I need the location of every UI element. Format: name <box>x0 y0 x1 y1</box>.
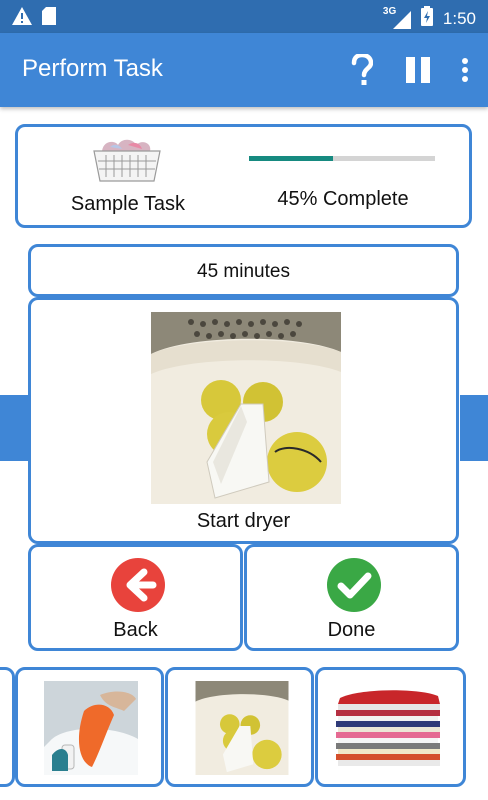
progress-bar <box>249 156 435 161</box>
progress-bar-fill <box>249 156 333 161</box>
help-icon[interactable] <box>348 53 376 87</box>
thumbnail-step-partial[interactable] <box>0 667 15 787</box>
dryer-photo <box>151 312 341 504</box>
clock: 1:50 <box>442 8 476 28</box>
app-title: Perform Task <box>22 55 163 82</box>
warning-icon <box>12 7 32 30</box>
back-label: Back <box>113 619 158 641</box>
next-step-tab[interactable] <box>460 395 488 461</box>
task-summary-card: Sample Task 45% Complete <box>15 124 472 228</box>
app-bar: Perform Task <box>0 33 488 107</box>
folded-clothes-photo <box>330 684 450 772</box>
thumbnail-step-folded-clothes[interactable] <box>315 667 466 787</box>
back-button[interactable]: Back <box>28 544 243 651</box>
dryer-thumbnail-photo <box>195 681 289 775</box>
current-step-card: Start dryer <box>28 297 459 544</box>
laundry-basket-icon <box>93 139 161 182</box>
sd-card-icon <box>42 7 56 30</box>
battery-icon <box>420 6 433 31</box>
task-name: Sample Task <box>70 193 186 215</box>
thumbnail-step-dryer[interactable] <box>165 667 314 787</box>
done-button[interactable]: Done <box>244 544 459 651</box>
step-label: Start dryer <box>196 510 291 532</box>
step-duration: 45 minutes <box>197 261 290 282</box>
overflow-menu-icon[interactable] <box>460 53 470 87</box>
thumbnail-step-washing[interactable] <box>15 667 164 787</box>
pause-icon[interactable] <box>404 53 432 87</box>
done-label: Done <box>327 619 376 641</box>
washing-clothes-photo <box>44 681 138 775</box>
previous-step-tab[interactable] <box>0 395 28 461</box>
back-arrow-icon <box>111 558 165 612</box>
signal-icon: 3G <box>383 6 411 29</box>
checkmark-icon <box>327 558 381 612</box>
progress-text: 45% Complete <box>277 188 409 210</box>
status-bar: 3G 1:50 <box>0 0 488 33</box>
duration-card: 45 minutes <box>28 244 459 297</box>
